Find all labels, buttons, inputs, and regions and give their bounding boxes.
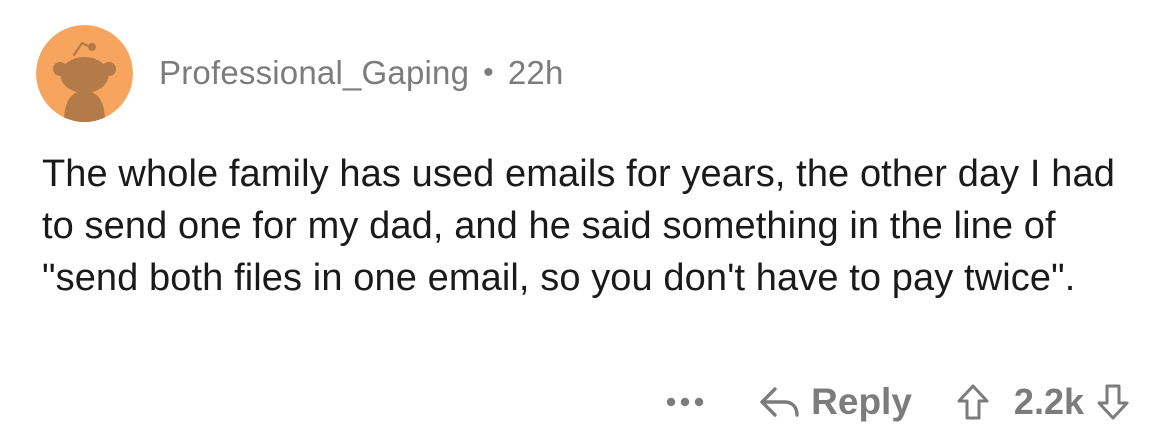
comment: Professional_Gaping • 22h The whole fami… (0, 0, 1170, 431)
reply-button[interactable]: Reply (757, 381, 912, 423)
username-link[interactable]: Professional_Gaping (159, 54, 469, 92)
comment-timestamp: 22h (507, 54, 564, 91)
comment-meta: Professional_Gaping • 22h (159, 54, 564, 92)
more-options-button[interactable] (665, 382, 705, 422)
avatar[interactable] (36, 24, 133, 122)
ellipsis-icon (666, 397, 704, 407)
comment-actions: Reply 2.2k (665, 372, 1130, 432)
arrow-up-icon[interactable] (956, 383, 990, 421)
meta-separator: • (483, 56, 494, 89)
arrow-down-icon[interactable] (1096, 383, 1130, 421)
snoo-avatar-icon (36, 24, 133, 122)
reply-arrow-icon (760, 387, 799, 417)
vote-score: 2.2k (1013, 381, 1084, 422)
vote-controls: 2.2k (956, 381, 1130, 423)
reply-label: Reply (811, 381, 912, 422)
comment-header: Professional_Gaping • 22h (36, 24, 564, 122)
comment-body: The whole family has used emails for yea… (42, 153, 1115, 299)
